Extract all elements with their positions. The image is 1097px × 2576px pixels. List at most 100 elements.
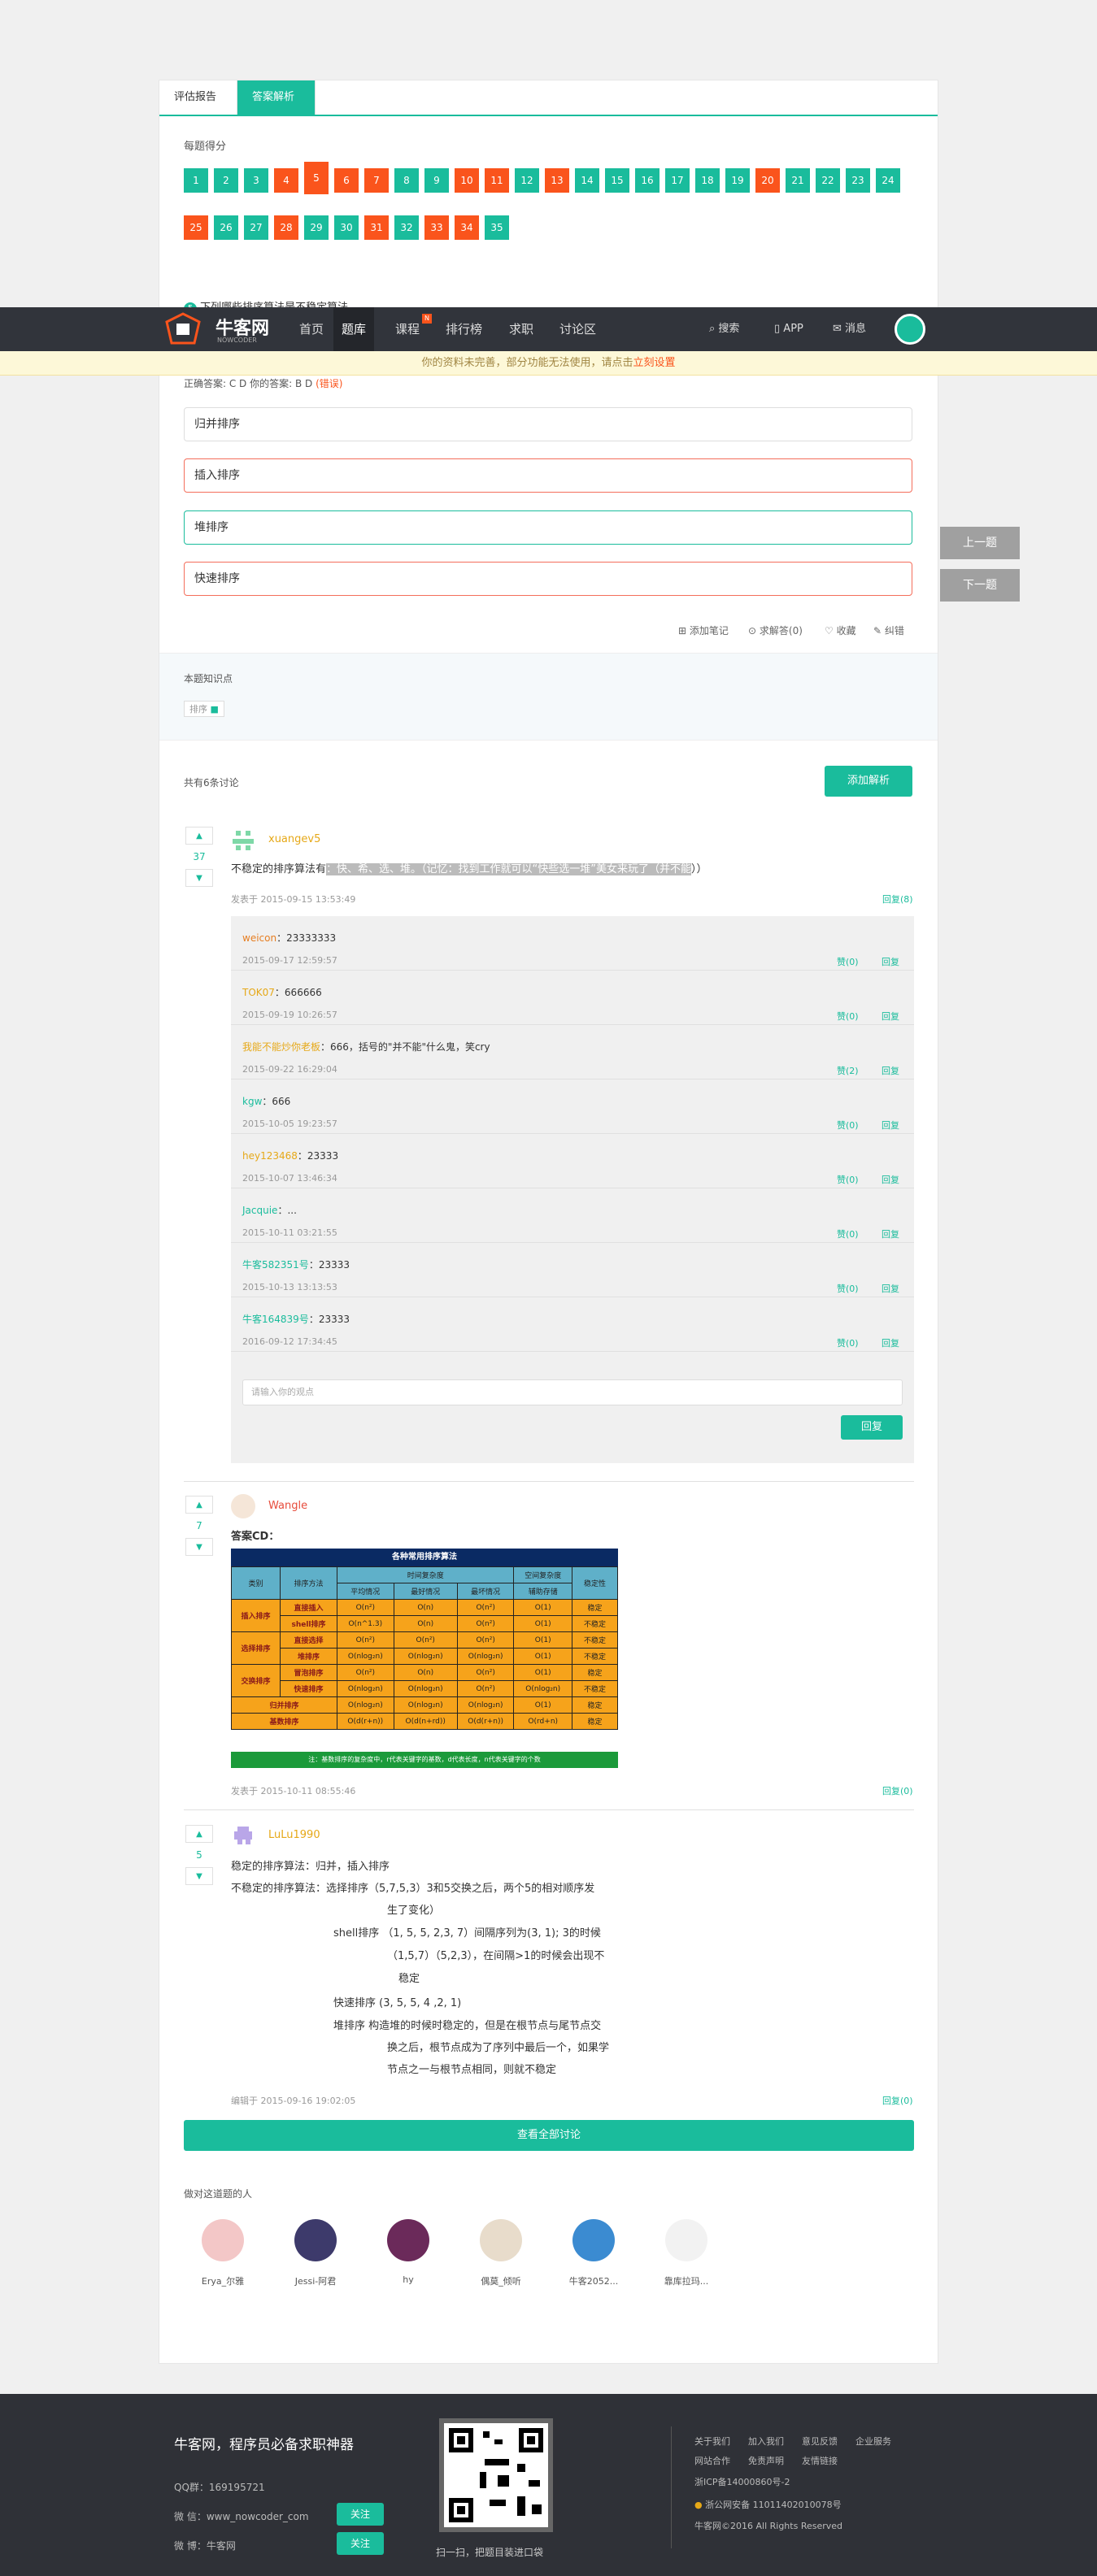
like-button[interactable]: 赞(0): [837, 955, 859, 968]
post3-reply-link[interactable]: 回复(0): [882, 2094, 913, 2107]
question-score-box[interactable]: 10: [455, 168, 479, 193]
reply-username[interactable]: kgw: [242, 1096, 262, 1107]
nav-home[interactable]: 首页: [293, 307, 330, 351]
reply-input[interactable]: 请输入你的观点: [242, 1379, 903, 1405]
view-all-discussions-button[interactable]: 查看全部讨论: [184, 2120, 914, 2151]
question-score-box[interactable]: 35: [485, 215, 509, 240]
collector-name[interactable]: 牛客2052...: [564, 2274, 623, 2287]
like-button[interactable]: 赞(0): [837, 1227, 859, 1240]
nav-messages[interactable]: ✉ 消息: [833, 307, 866, 351]
downvote-button[interactable]: ▼: [185, 869, 213, 887]
ask-tool[interactable]: ⊙ 求解答(0): [748, 623, 803, 637]
question-score-box[interactable]: 24: [876, 168, 900, 193]
profile-setup-link[interactable]: 立刻设置: [633, 357, 676, 369]
reply-username[interactable]: 牛客582351号: [242, 1259, 309, 1271]
like-button[interactable]: 赞(2): [837, 1064, 859, 1077]
footer-link-disclaimer[interactable]: 免责声明: [748, 2454, 784, 2467]
option-c[interactable]: 堆排序: [184, 510, 912, 545]
question-score-box[interactable]: 31: [364, 215, 389, 240]
footer-link-partner[interactable]: 网站合作: [694, 2454, 730, 2467]
report-error-tool[interactable]: ✎ 纠错: [873, 623, 904, 637]
collector-name[interactable]: hy: [379, 2274, 437, 2285]
footer-link-feedback[interactable]: 意见反馈: [802, 2435, 838, 2448]
collector-avatar[interactable]: [387, 2219, 429, 2261]
reply-username[interactable]: 我能不能炒你老板: [242, 1041, 320, 1053]
collector-avatar[interactable]: [480, 2219, 522, 2261]
downvote-button[interactable]: ▼: [185, 1867, 213, 1885]
user-avatar[interactable]: [231, 1823, 255, 1848]
nav-courses[interactable]: 课程: [389, 307, 426, 351]
collector-name[interactable]: 靠库拉玛...: [657, 2274, 716, 2287]
question-score-box[interactable]: 15: [605, 168, 629, 193]
footer-link-about[interactable]: 关于我们: [694, 2435, 730, 2448]
collector-avatar[interactable]: [202, 2219, 244, 2261]
collector-name[interactable]: 偶莫_倾听: [472, 2274, 530, 2287]
follow-weibo-button[interactable]: 关注: [337, 2532, 384, 2555]
question-score-box[interactable]: 21: [786, 168, 810, 193]
question-score-box[interactable]: 12: [515, 168, 539, 193]
question-score-box[interactable]: 20: [755, 168, 780, 193]
question-score-box[interactable]: 13: [545, 168, 569, 193]
option-b[interactable]: 插入排序: [184, 458, 912, 493]
next-question-button[interactable]: 下一题: [940, 569, 1020, 602]
nav-jobs[interactable]: 求职: [503, 307, 540, 351]
collector-name[interactable]: Erya_尔雅: [194, 2274, 252, 2287]
post2-reply-link[interactable]: 回复(0): [882, 1784, 913, 1797]
upvote-button[interactable]: ▲: [185, 1825, 213, 1843]
user-avatar[interactable]: [231, 1494, 255, 1518]
reply-button[interactable]: 回复: [882, 1119, 899, 1132]
tab-report[interactable]: 评估报告: [159, 80, 237, 115]
reply-button[interactable]: 回复: [882, 1282, 899, 1295]
question-score-box[interactable]: 18: [695, 168, 720, 193]
question-score-box[interactable]: 6: [334, 168, 359, 193]
footer-link-friends[interactable]: 友情链接: [802, 2454, 838, 2467]
question-score-box[interactable]: 11: [485, 168, 509, 193]
question-score-box[interactable]: 29: [304, 215, 329, 240]
like-button[interactable]: 赞(0): [837, 1010, 859, 1023]
follow-wechat-button[interactable]: 关注: [337, 2503, 384, 2526]
reply-username[interactable]: 牛客164839号: [242, 1314, 309, 1325]
question-score-box[interactable]: 28: [274, 215, 298, 240]
question-score-box[interactable]: 25: [184, 215, 208, 240]
footer-link-join[interactable]: 加入我们: [748, 2435, 784, 2448]
reply-username[interactable]: weicon: [242, 932, 276, 944]
question-score-box[interactable]: 8: [394, 168, 419, 193]
tab-answers[interactable]: 答案解析: [237, 80, 316, 115]
question-score-box[interactable]: 17: [665, 168, 690, 193]
question-score-box[interactable]: 26: [214, 215, 238, 240]
nav-app[interactable]: ▯ APP: [774, 307, 803, 351]
question-score-box[interactable]: 34: [455, 215, 479, 240]
nav-leaderboard[interactable]: 排行榜: [439, 307, 489, 351]
nav-question-bank[interactable]: 题库: [333, 307, 375, 351]
question-score-box[interactable]: 16: [635, 168, 660, 193]
footer-link-enterprise[interactable]: 企业服务: [855, 2435, 891, 2448]
reply-username[interactable]: Jacquie: [242, 1205, 277, 1216]
post1-reply-link[interactable]: 回复(8): [882, 893, 913, 906]
nav-discussion[interactable]: 讨论区: [553, 307, 603, 351]
downvote-button[interactable]: ▼: [185, 1538, 213, 1556]
option-a[interactable]: 归并排序: [184, 407, 912, 441]
collector-avatar[interactable]: [572, 2219, 615, 2261]
reply-username[interactable]: TOK07: [242, 987, 275, 998]
question-score-box[interactable]: 4: [274, 168, 298, 193]
favorite-tool[interactable]: ♡ 收藏: [825, 623, 856, 637]
question-score-box[interactable]: 1: [184, 168, 208, 193]
option-d[interactable]: 快速排序: [184, 562, 912, 596]
question-score-box[interactable]: 33: [424, 215, 449, 240]
nav-search[interactable]: ⌕ 搜索: [709, 307, 739, 351]
question-score-box[interactable]: 30: [334, 215, 359, 240]
add-solution-button[interactable]: 添加解析: [825, 766, 912, 797]
user-avatar[interactable]: [895, 314, 925, 345]
knowledge-tag[interactable]: 排序 ■: [184, 701, 224, 717]
question-score-box[interactable]: 27: [244, 215, 268, 240]
question-score-box[interactable]: 14: [575, 168, 599, 193]
post3-username[interactable]: LuLu1990: [268, 1829, 320, 1841]
collector-avatar[interactable]: [294, 2219, 337, 2261]
reply-button[interactable]: 回复: [882, 1173, 899, 1186]
reply-button[interactable]: 回复: [882, 955, 899, 968]
reply-submit-button[interactable]: 回复: [841, 1415, 903, 1440]
like-button[interactable]: 赞(0): [837, 1336, 859, 1349]
like-button[interactable]: 赞(0): [837, 1119, 859, 1132]
upvote-button[interactable]: ▲: [185, 827, 213, 845]
post1-username[interactable]: xuangev5: [268, 833, 320, 845]
